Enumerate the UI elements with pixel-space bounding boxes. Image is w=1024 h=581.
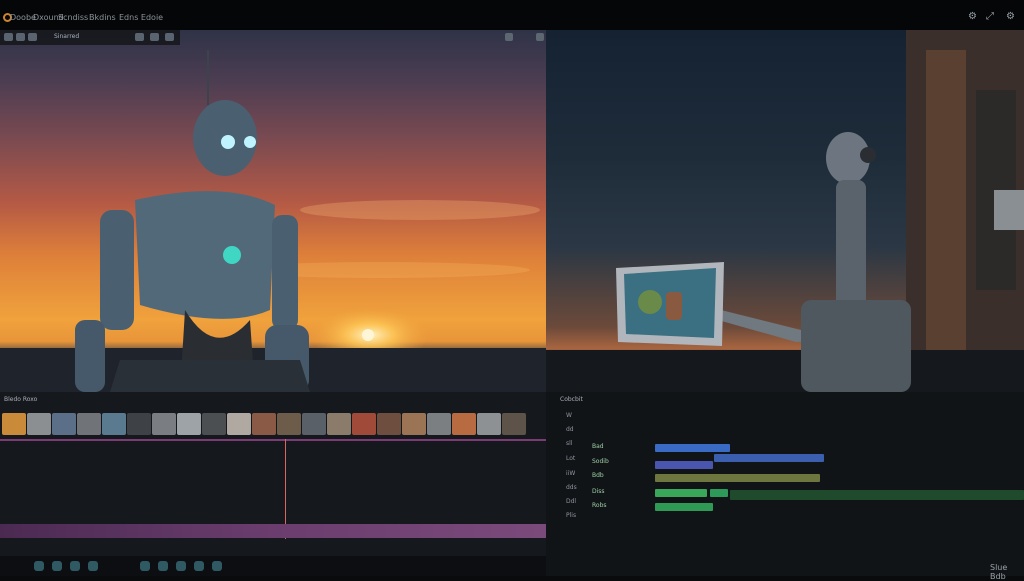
side-label: Ddl — [566, 498, 577, 505]
viewer-options-button[interactable] — [536, 33, 544, 41]
track-label: Bdb — [592, 472, 604, 479]
timeline-clip[interactable] — [710, 489, 728, 497]
filmstrip-thumbnail[interactable] — [152, 413, 176, 435]
filmstrip-thumbnail[interactable] — [327, 413, 351, 435]
transport-bar — [0, 556, 546, 576]
transport-button[interactable] — [158, 561, 168, 571]
left-panel-title: Bledo Roxo — [4, 396, 38, 403]
toolbar-button[interactable] — [28, 33, 37, 41]
transport-button[interactable] — [176, 561, 186, 571]
side-label: iiW — [566, 470, 576, 477]
filmstrip-thumbnail[interactable] — [27, 413, 51, 435]
right-viewer — [546, 30, 1024, 392]
filmstrip-marker-line — [0, 439, 546, 441]
right-panel-title: Cobcbit — [560, 396, 583, 403]
filmstrip-thumbnail[interactable] — [52, 413, 76, 435]
filmstrip-thumbnail[interactable] — [102, 413, 126, 435]
toolbar-button[interactable] — [16, 33, 25, 41]
toolbar-button[interactable] — [4, 33, 13, 41]
filmstrip-thumbnail[interactable] — [177, 413, 201, 435]
right-viewer-artwork — [546, 30, 1024, 392]
transport-button[interactable] — [52, 561, 62, 571]
side-label: dd — [566, 426, 574, 433]
footer-status: Slue Bdb — [990, 563, 1008, 581]
left-viewer-artwork — [0, 50, 546, 392]
timeline-clip[interactable] — [655, 444, 730, 452]
filmstrip-thumbnail[interactable] — [427, 413, 451, 435]
gear-icon[interactable]: ⚙ — [968, 11, 977, 22]
side-label: W — [566, 412, 572, 419]
filmstrip-thumbnail[interactable] — [452, 413, 476, 435]
filmstrip-thumbnail[interactable] — [402, 413, 426, 435]
filmstrip-thumbnail[interactable] — [77, 413, 101, 435]
transport-button[interactable] — [194, 561, 204, 571]
filmstrip-thumbnail[interactable] — [252, 413, 276, 435]
right-bottom-panel — [546, 392, 1024, 576]
expand-icon[interactable]: ⤢ — [986, 11, 994, 22]
transport-button[interactable] — [34, 561, 44, 571]
transport-button[interactable] — [70, 561, 80, 571]
toolbar-button[interactable] — [135, 33, 144, 41]
transport-button[interactable] — [212, 561, 222, 571]
track-label: Robs — [592, 502, 607, 509]
timeline-clip[interactable] — [655, 503, 713, 511]
timeline-track[interactable] — [0, 524, 546, 538]
filmstrip-thumbnail[interactable] — [127, 413, 151, 435]
track-label: Diss — [592, 488, 605, 495]
transport-button[interactable] — [88, 561, 98, 571]
filmstrip-thumbnail[interactable] — [302, 413, 326, 435]
side-label: dds — [566, 484, 577, 491]
left-viewer — [0, 30, 546, 392]
left-toolbar-label: Sinarred — [54, 33, 80, 40]
transport-button[interactable] — [140, 561, 150, 571]
track-label: Bad — [592, 443, 604, 450]
track-label: Sodib — [592, 458, 609, 465]
toolbar-button[interactable] — [165, 33, 174, 41]
settings-icon[interactable]: ⚙ — [1006, 11, 1015, 22]
filmstrip-thumbnail[interactable] — [227, 413, 251, 435]
toolbar-button[interactable] — [150, 33, 159, 41]
timeline-clip[interactable] — [655, 474, 820, 482]
timeline-clip[interactable] — [730, 490, 1024, 500]
viewer-options-button[interactable] — [505, 33, 513, 41]
filmstrip-thumbnail[interactable] — [502, 413, 526, 435]
menu-item-bkdins[interactable]: Bkdins — [89, 13, 116, 22]
menu-item-scndiss[interactable]: Scndiss — [58, 13, 88, 22]
filmstrip-thumbnail[interactable] — [202, 413, 226, 435]
filmstrip-thumbnail[interactable] — [377, 413, 401, 435]
filmstrip-thumbnail[interactable] — [277, 413, 301, 435]
filmstrip-thumbnail[interactable] — [477, 413, 501, 435]
timeline-clip[interactable] — [655, 461, 713, 469]
side-label: Plis — [566, 512, 577, 519]
timeline-clip[interactable] — [655, 489, 707, 497]
timeline-clip[interactable] — [714, 454, 824, 462]
side-label: sll — [566, 440, 573, 447]
filmstrip-thumbnail[interactable] — [352, 413, 376, 435]
side-label: Lot — [566, 455, 576, 462]
filmstrip-thumbnail[interactable] — [2, 413, 26, 435]
menu-item-edns-edoie[interactable]: Edns Edoie — [119, 13, 163, 22]
